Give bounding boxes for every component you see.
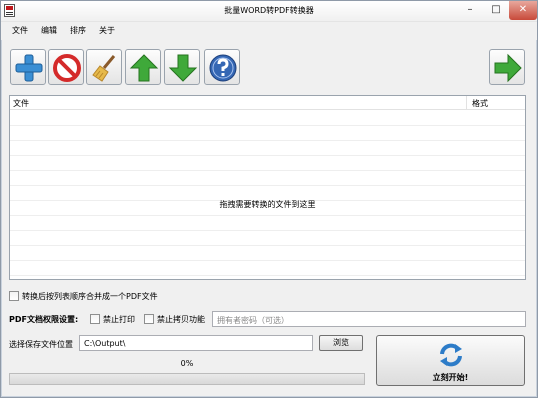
toolbar (1, 43, 537, 87)
browse-button[interactable]: 浏览 (319, 335, 363, 351)
merge-label[interactable]: 转换后按列表顺序合并成一个PDF文件 (22, 291, 158, 302)
add-icon (15, 54, 43, 82)
next-step-button[interactable] (489, 49, 525, 85)
start-button[interactable]: 立刻开始! (376, 335, 525, 386)
minimize-button[interactable]: – (457, 1, 483, 20)
save-path-input[interactable]: C:\Output\ (79, 335, 313, 351)
no-copy-label[interactable]: 禁止拷贝功能 (157, 314, 205, 325)
arrow-right-icon (494, 53, 522, 83)
file-list-body[interactable]: 拖拽需要转换的文件到这里 (10, 111, 525, 279)
save-location-label: 选择保存文件位置 (9, 340, 73, 349)
refresh-icon (440, 343, 462, 367)
move-down-button[interactable] (164, 49, 200, 85)
file-list[interactable]: 文件 格式 拖拽需要转换的文件到这里 (9, 95, 526, 280)
title-bar[interactable]: 批量WORD转PDF转换器 – □ ✕ (1, 1, 537, 22)
no-copy-checkbox[interactable] (144, 314, 154, 324)
owner-password-input[interactable]: 拥有者密码（可选） (212, 311, 526, 327)
remove-file-button[interactable] (48, 49, 84, 85)
no-print-label[interactable]: 禁止打印 (103, 314, 135, 325)
merge-checkbox[interactable] (9, 291, 19, 301)
maximize-button[interactable]: □ (483, 1, 509, 20)
no-print-checkbox[interactable] (90, 314, 100, 324)
menu-edit[interactable]: 编辑 (41, 25, 57, 36)
move-up-button[interactable] (125, 49, 161, 85)
column-header-format[interactable]: 格式 (466, 98, 488, 109)
help-icon (209, 54, 237, 82)
clear-list-button[interactable] (86, 49, 122, 85)
arrow-down-icon (168, 54, 198, 82)
permission-settings-label: PDF文档权限设置: (9, 315, 79, 324)
close-button[interactable]: ✕ (509, 1, 537, 20)
menu-about[interactable]: 关于 (99, 25, 115, 36)
progress-bar (9, 373, 365, 385)
menu-file[interactable]: 文件 (12, 25, 28, 36)
file-list-header: 文件 格式 (10, 96, 525, 110)
menu-bar: 文件 编辑 排序 关于 (1, 22, 537, 40)
start-button-label: 立刻开始! (432, 373, 469, 382)
progress-percent: 0% (180, 359, 194, 368)
add-files-button[interactable] (10, 49, 46, 85)
column-header-file[interactable]: 文件 (13, 98, 29, 109)
broom-icon (92, 55, 116, 82)
remove-icon (53, 54, 81, 82)
app-window: 批量WORD转PDF转换器 – □ ✕ 文件 编辑 排序 关于 文件 格式 拖拽… (0, 0, 538, 398)
arrow-up-icon (129, 54, 159, 82)
drop-hint: 拖拽需要转换的文件到这里 (219, 200, 316, 209)
help-button[interactable] (204, 49, 240, 85)
menu-sort[interactable]: 排序 (70, 25, 86, 36)
